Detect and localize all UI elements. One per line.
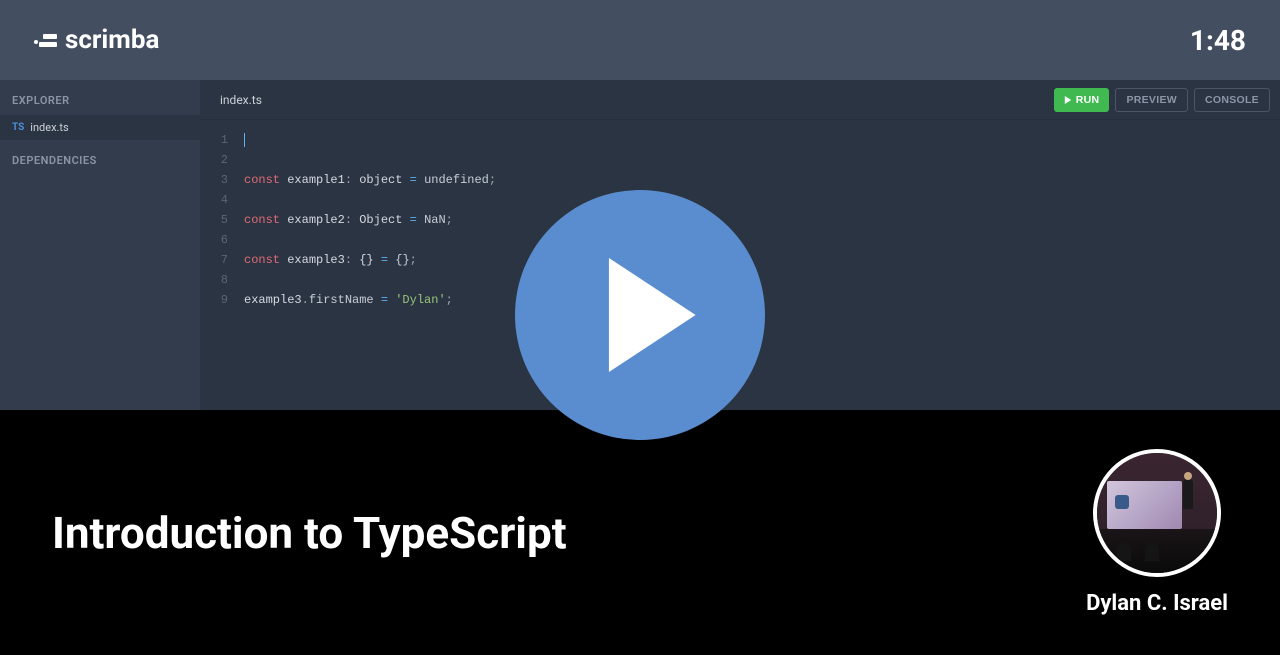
run-button-label: RUN — [1076, 94, 1100, 106]
play-icon — [603, 255, 698, 375]
line-number: 9 — [200, 290, 244, 310]
editor-actions: RUN PREVIEW CONSOLE — [1054, 88, 1270, 112]
sidebar: EXPLORER TS index.ts DEPENDENCIES — [0, 80, 200, 410]
app-header: scrimba 1:48 — [0, 0, 1280, 80]
active-tab[interactable]: index.ts — [220, 93, 262, 107]
instructor-avatar[interactable] — [1093, 449, 1221, 577]
code-line: 3const example1: object = undefined; — [200, 170, 1280, 190]
dependencies-header[interactable]: DEPENDENCIES — [0, 140, 200, 175]
instructor-name: Dylan C. Israel — [1086, 591, 1228, 616]
play-icon — [1064, 96, 1072, 104]
logo-mark-icon — [34, 34, 57, 47]
line-number: 7 — [200, 250, 244, 270]
line-number: 2 — [200, 150, 244, 170]
file-item[interactable]: TS index.ts — [0, 115, 200, 140]
brand-name: scrimba — [65, 25, 159, 55]
code-line: 4 — [200, 190, 1280, 210]
code-content — [244, 130, 252, 150]
video-time: 1:48 — [1190, 24, 1246, 57]
line-number: 1 — [200, 130, 244, 150]
preview-button[interactable]: PREVIEW — [1115, 88, 1188, 112]
code-content: const example2: Object = NaN; — [244, 210, 453, 230]
code-content: const example1: object = undefined; — [244, 170, 496, 190]
console-button[interactable]: CONSOLE — [1194, 88, 1270, 112]
code-line: 2 — [200, 150, 1280, 170]
line-number: 6 — [200, 230, 244, 250]
run-button[interactable]: RUN — [1054, 88, 1110, 112]
file-type-badge: TS — [12, 122, 24, 133]
line-number: 8 — [200, 270, 244, 290]
line-number: 3 — [200, 170, 244, 190]
line-number: 5 — [200, 210, 244, 230]
course-title: Introduction to TypeScript — [52, 507, 567, 559]
code-line: 1 — [200, 130, 1280, 150]
file-name: index.ts — [30, 121, 68, 134]
code-content: example3.firstName = 'Dylan'; — [244, 290, 453, 310]
brand-logo[interactable]: scrimba — [34, 25, 159, 55]
explorer-header[interactable]: EXPLORER — [0, 80, 200, 115]
instructor-block: Dylan C. Israel — [1086, 449, 1228, 616]
play-button[interactable] — [515, 190, 765, 440]
line-number: 4 — [200, 190, 244, 210]
course-footer: Introduction to TypeScript Dylan C. Isra… — [0, 410, 1280, 655]
code-line: 5const example2: Object = NaN; — [200, 210, 1280, 230]
editor-tabs: index.ts RUN PREVIEW CONSOLE — [200, 80, 1280, 120]
code-content: const example3: {} = {}; — [244, 250, 417, 270]
